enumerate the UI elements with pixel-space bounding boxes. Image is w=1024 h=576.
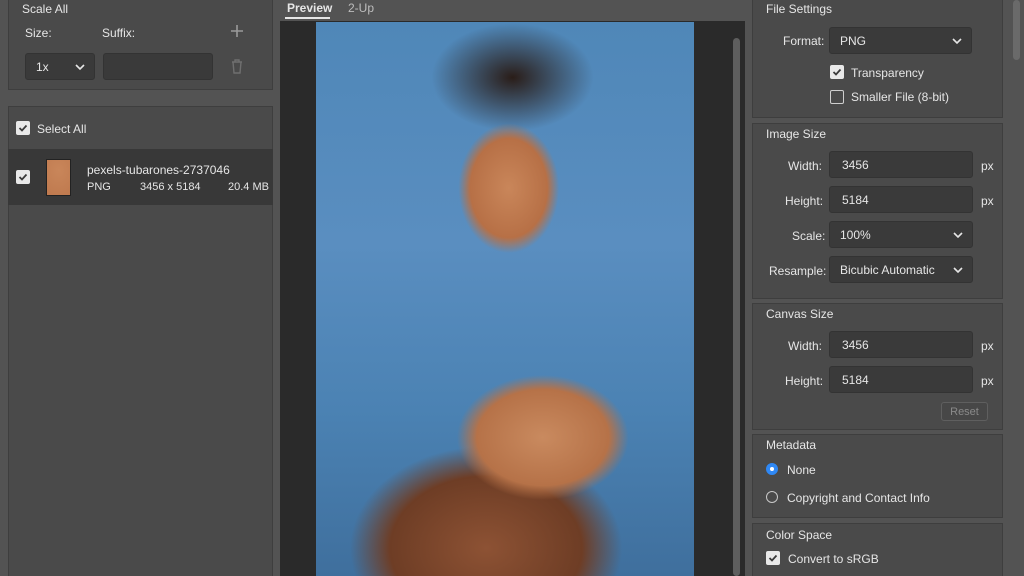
resample-label: Resample: bbox=[769, 264, 827, 278]
select-all-checkbox[interactable] bbox=[16, 121, 30, 135]
format-value: PNG bbox=[840, 33, 867, 48]
asset-filesize: 20.4 MB bbox=[228, 181, 269, 193]
asset-format: PNG bbox=[87, 181, 111, 193]
asset-name: pexels-tubarones-2737046 bbox=[87, 163, 230, 177]
canvas-height-input[interactable]: 5184 bbox=[829, 366, 973, 393]
transparency-checkbox[interactable] bbox=[830, 65, 844, 79]
size-value: 1x bbox=[36, 59, 49, 74]
reset-button[interactable]: Reset bbox=[941, 402, 988, 421]
checkmark-icon bbox=[832, 68, 842, 76]
canvas-height-label: Height: bbox=[785, 374, 824, 388]
image-height-label: Height: bbox=[785, 194, 824, 208]
tab-2up[interactable]: 2-Up bbox=[348, 1, 374, 15]
canvas-size-title: Canvas Size bbox=[766, 307, 834, 321]
image-width-input[interactable]: 3456 bbox=[829, 151, 973, 178]
canvas-width-label: Width: bbox=[788, 339, 823, 353]
image-height-unit: px bbox=[981, 194, 994, 208]
tab-preview[interactable]: Preview bbox=[287, 1, 332, 15]
add-scale-icon[interactable] bbox=[230, 24, 244, 38]
resample-value: Bicubic Automatic bbox=[840, 262, 935, 277]
chevron-down-icon bbox=[75, 63, 85, 70]
checkmark-icon bbox=[768, 554, 778, 562]
chevron-down-icon bbox=[952, 37, 962, 44]
asset-dimensions: 3456 x 5184 bbox=[140, 181, 201, 193]
image-size-title: Image Size bbox=[766, 127, 827, 141]
suffix-input[interactable] bbox=[103, 53, 213, 80]
transparency-label: Transparency bbox=[851, 66, 924, 80]
convert-srgb-label: Convert to sRGB bbox=[788, 552, 879, 566]
chevron-down-icon bbox=[953, 266, 963, 273]
asset-checkbox[interactable] bbox=[16, 170, 30, 184]
preview-scrollbar[interactable] bbox=[733, 38, 740, 576]
metadata-copyright-label: Copyright and Contact Info bbox=[787, 491, 930, 505]
asset-thumbnail bbox=[46, 159, 71, 196]
metadata-none-label: None bbox=[787, 463, 816, 477]
checkmark-icon bbox=[18, 173, 28, 181]
chevron-down-icon bbox=[953, 231, 963, 238]
scale-all-title: Scale All bbox=[22, 2, 69, 16]
preview-image bbox=[316, 22, 694, 576]
suffix-label: Suffix: bbox=[102, 26, 136, 40]
canvas-height-unit: px bbox=[981, 374, 994, 388]
metadata-copyright-radio[interactable] bbox=[766, 491, 778, 503]
resample-dropdown[interactable]: Bicubic Automatic bbox=[829, 256, 973, 283]
settings-scrollbar[interactable] bbox=[1013, 0, 1020, 60]
scale-value: 100% bbox=[840, 227, 871, 242]
canvas-width-input[interactable]: 3456 bbox=[829, 331, 973, 358]
color-space-title: Color Space bbox=[766, 528, 833, 542]
image-width-unit: px bbox=[981, 159, 994, 173]
scale-dropdown[interactable]: 100% bbox=[829, 221, 973, 248]
image-width-label: Width: bbox=[788, 159, 823, 173]
size-dropdown[interactable]: 1x bbox=[25, 53, 95, 80]
file-settings-title: File Settings bbox=[766, 2, 833, 16]
metadata-none-radio[interactable] bbox=[766, 463, 778, 475]
smaller-file-label: Smaller File (8-bit) bbox=[851, 90, 950, 104]
size-label: Size: bbox=[25, 26, 52, 40]
canvas-width-unit: px bbox=[981, 339, 994, 353]
scale-label: Scale: bbox=[792, 229, 826, 243]
convert-srgb-checkbox[interactable] bbox=[766, 551, 780, 565]
tab-preview-underline bbox=[285, 17, 330, 19]
metadata-title: Metadata bbox=[766, 438, 817, 452]
image-height-input[interactable]: 5184 bbox=[829, 186, 973, 213]
format-label: Format: bbox=[783, 34, 825, 48]
checkmark-icon bbox=[18, 124, 28, 132]
trash-icon[interactable] bbox=[230, 58, 244, 74]
format-dropdown[interactable]: PNG bbox=[829, 27, 972, 54]
select-all-label: Select All bbox=[37, 122, 87, 136]
smaller-file-checkbox[interactable] bbox=[830, 90, 844, 104]
